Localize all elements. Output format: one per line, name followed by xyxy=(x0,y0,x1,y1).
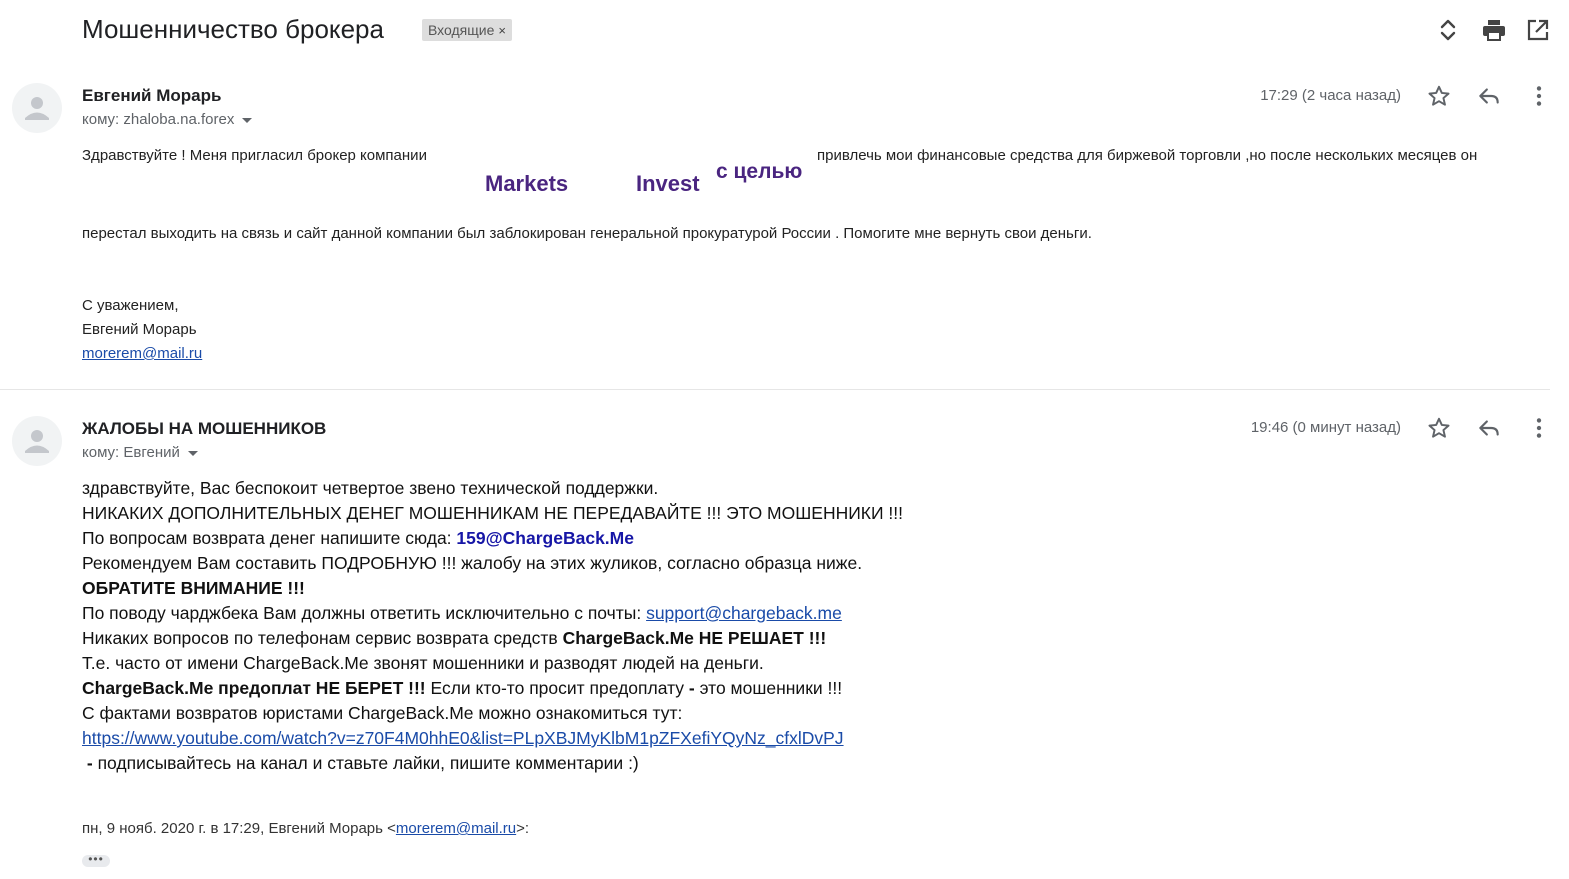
body-line: Рекомендуем Вам составить ПОДРОБНУЮ !!! … xyxy=(82,553,863,573)
body-text: это мошенники !!! xyxy=(694,678,843,698)
more-options-icon[interactable] xyxy=(1526,83,1552,109)
chevron-down-icon[interactable] xyxy=(242,117,253,123)
body-dash: - xyxy=(82,753,98,773)
chevron-down-icon[interactable] xyxy=(187,450,198,456)
message-text: с целью xyxy=(716,160,803,183)
star-icon[interactable] xyxy=(1426,415,1452,441)
expand-collapse-icon[interactable] xyxy=(1434,16,1462,44)
recipient-prefix: кому: xyxy=(82,111,120,128)
message-body: здравствуйте, Вас беспокоит четвертое зв… xyxy=(82,476,903,776)
sender-name: Евгений Морарь xyxy=(82,86,222,105)
label-chip-inbox[interactable]: Входящие × xyxy=(422,19,512,41)
message-text: привлечь мои финансовые средства для бир… xyxy=(817,147,1478,164)
message-divider xyxy=(0,389,1550,390)
body-line: По поводу чарджбека Вам должны ответить … xyxy=(82,601,903,626)
body-bold-text: ChargeBack.Me НЕ РЕШАЕТ !!! xyxy=(562,628,827,648)
thread-subject: Мошенничество брокера xyxy=(82,14,384,44)
body-line: здравствуйте, Вас беспокоит четвертое зв… xyxy=(82,478,659,498)
signature-email-wrap: morerem@mail.ru xyxy=(82,345,202,362)
avatar[interactable] xyxy=(12,83,62,133)
quote-header: пн, 9 нояб. 2020 г. в 17:29, Евгений Мор… xyxy=(82,820,529,837)
body-text: подписывайтесь на канал и ставьте лайки,… xyxy=(97,753,639,773)
company-word-markets: Markets xyxy=(485,171,569,196)
attention-heading: ОБРАТИТЕ ВНИМАНИЕ !!! xyxy=(82,578,305,598)
recipient-name: zhaloba.na.forex xyxy=(123,111,235,128)
reply-icon[interactable] xyxy=(1476,83,1502,109)
contact-email: 159@ChargeBack.Me xyxy=(456,528,634,548)
recipient-line[interactable]: кому: Евгений xyxy=(82,444,198,461)
signature-name: Евгений Морарь xyxy=(82,321,197,338)
label-chip-text: Входящие xyxy=(428,22,495,38)
recipient-line[interactable]: кому: zhaloba.na.forex xyxy=(82,111,253,128)
body-line: По вопросам возврата денег напишите сюда… xyxy=(82,526,903,551)
body-line: - подписывайтесь на канал и ставьте лайк… xyxy=(82,751,903,776)
body-line: https://www.youtube.com/watch?v=z70F4M0h… xyxy=(82,726,903,751)
body-bold-text: ChargeBack.Me предоплат НЕ БЕРЕТ !!! xyxy=(82,678,426,698)
body-text: По поводу чарджбека Вам должны ответить … xyxy=(82,603,647,623)
body-text: Если кто-то просит предоплату xyxy=(425,678,689,698)
recipient-name: Евгений xyxy=(123,444,180,461)
signature-email-link[interactable]: morerem@mail.ru xyxy=(82,345,202,362)
message-text: перестал выходить на связь и сайт данной… xyxy=(82,225,1092,242)
quote-prefix: пн, 9 нояб. 2020 г. в 17:29, Евгений Мор… xyxy=(82,820,396,837)
body-line: С фактами возвратов юристами ChargeBack.… xyxy=(82,703,683,723)
body-line: НИКАКИХ ДОПОЛНИТЕЛЬНЫХ ДЕНЕГ МОШЕННИКАМ … xyxy=(82,503,904,523)
reply-icon[interactable] xyxy=(1476,415,1502,441)
recipient-prefix: кому: xyxy=(82,444,120,461)
message-text: Здравствуйте ! Меня пригласил брокер ком… xyxy=(82,147,427,164)
close-icon[interactable]: × xyxy=(498,23,506,38)
company-word-invest: Invest xyxy=(636,171,700,196)
message-time: 19:46 (0 минут назад) xyxy=(1250,419,1401,436)
sender-name: ЖАЛОБЫ НА МОШЕННИКОВ xyxy=(82,419,327,438)
youtube-link[interactable]: https://www.youtube.com/watch?v=z70F4M0h… xyxy=(82,728,844,748)
print-icon[interactable] xyxy=(1480,16,1508,44)
avatar[interactable] xyxy=(12,416,62,466)
open-new-window-icon[interactable] xyxy=(1524,16,1552,44)
body-text: По вопросам возврата денег напишите сюда… xyxy=(82,528,457,548)
body-line: ChargeBack.Me предоплат НЕ БЕРЕТ !!! Есл… xyxy=(82,676,903,701)
body-text: Никаких вопросов по телефонам сервис воз… xyxy=(82,628,563,648)
body-line: Т.е. часто от имени ChargeBack.Me звонят… xyxy=(82,653,764,673)
support-email-link[interactable]: support@chargeback.me xyxy=(646,603,842,623)
message-time: 17:29 (2 часа назад) xyxy=(1260,87,1401,104)
quote-email-link[interactable]: morerem@mail.ru xyxy=(396,820,516,837)
star-icon[interactable] xyxy=(1426,83,1452,109)
more-options-icon[interactable] xyxy=(1526,415,1552,441)
body-line: Никаких вопросов по телефонам сервис воз… xyxy=(82,626,903,651)
quote-suffix: >: xyxy=(516,820,530,837)
signature-regards: С уважением, xyxy=(82,297,179,314)
show-trimmed-content-button[interactable]: ••• xyxy=(82,853,110,867)
